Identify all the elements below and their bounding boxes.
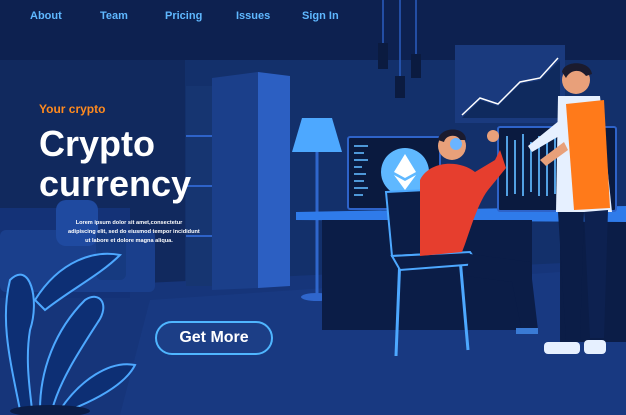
- nav-link-team[interactable]: Team: [100, 10, 128, 22]
- nav-link-about[interactable]: About: [30, 10, 62, 22]
- hero-title-line-1: Crypto: [39, 123, 155, 164]
- hero-description-line-2: adipiscing elit, sed do eiusmod tempor i…: [68, 229, 200, 235]
- nav-link-pricing[interactable]: Pricing: [165, 10, 202, 22]
- trend-up-chart-icon: [455, 45, 565, 123]
- hero-title-line-2: currency: [39, 163, 192, 204]
- hero-description-line-1: Lorem ipsum dolor sit amet,consectetur: [75, 220, 183, 226]
- hero-title: Crypto currency: [39, 124, 191, 204]
- hero-eyebrow: Your crypto: [39, 102, 106, 116]
- get-more-button[interactable]: Get More: [155, 321, 273, 355]
- hero-description: Lorem ipsum dolor sit amet,consectetur a…: [68, 219, 200, 246]
- nav-link-sign-in[interactable]: Sign In: [302, 10, 339, 22]
- doorway: [186, 72, 290, 290]
- hero-illustration: [0, 0, 626, 415]
- nav-link-issues[interactable]: Issues: [236, 10, 270, 22]
- top-nav: About Team Pricing Issues Sign In: [0, 0, 626, 36]
- hero-description-line-3: ut labore et dolore magna aliqua.: [85, 238, 173, 244]
